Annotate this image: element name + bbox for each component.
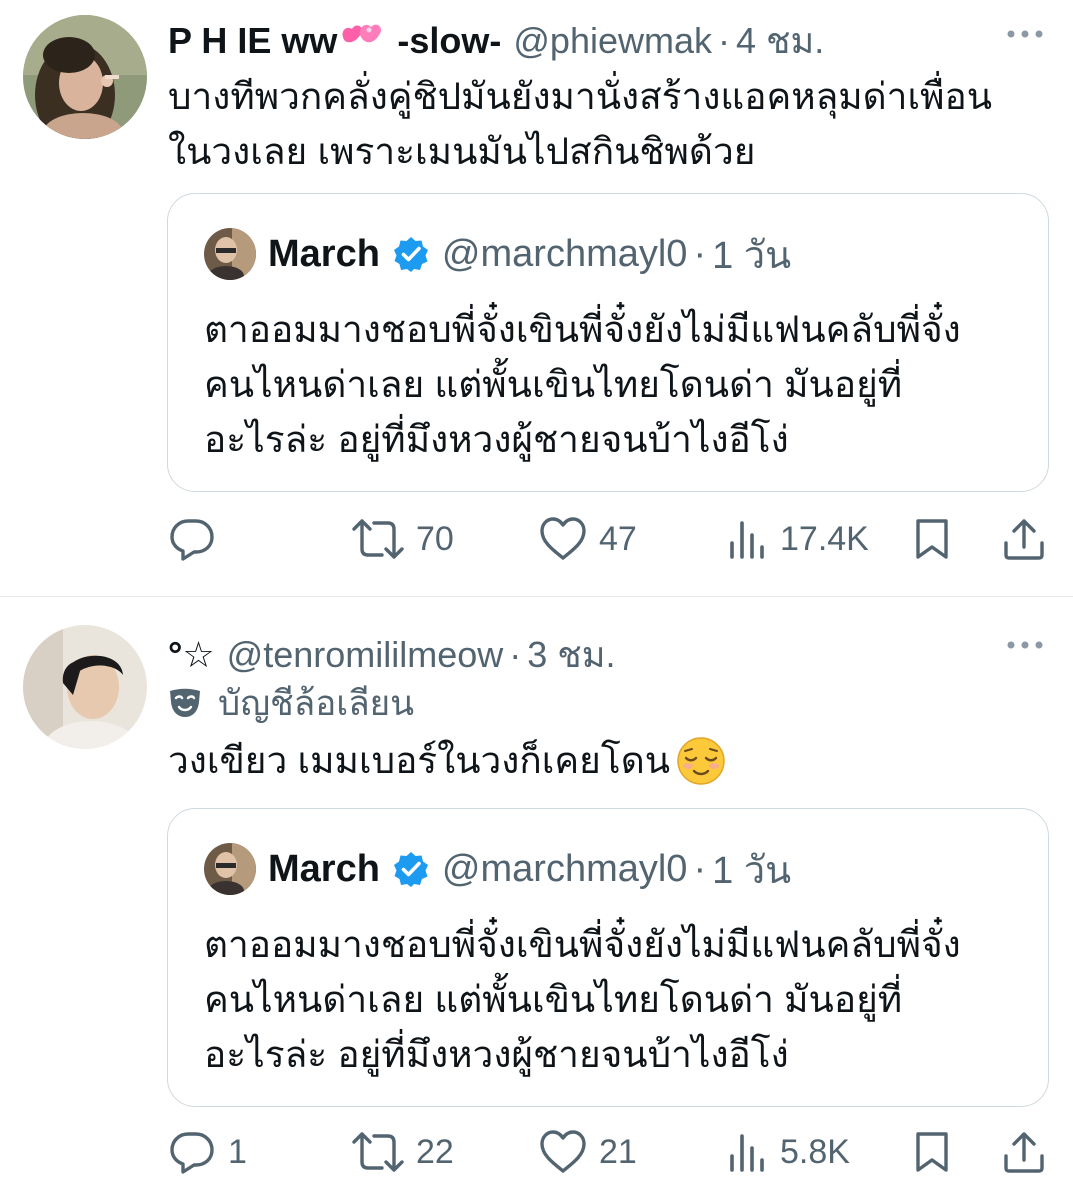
- parody-label: บัญชีล้อเลียน: [168, 681, 414, 725]
- tweet[interactable]: °☆ @tenromililmeow · 3 ชม. บัญชีล้อเลียน…: [0, 597, 1073, 1200]
- repost-count: 70: [416, 519, 454, 558]
- share-button[interactable]: [1002, 1127, 1046, 1177]
- quote-author-handle[interactable]: @marchmayl0: [442, 233, 688, 276]
- reply-button[interactable]: [168, 514, 228, 564]
- quoted-tweet[interactable]: March @marchmayl0 · 1 วัน ตาออมมางชอบพี่…: [167, 193, 1049, 492]
- repost-count: 22: [416, 1132, 454, 1171]
- reply-icon: [170, 1132, 214, 1174]
- views-button[interactable]: 17.4K: [728, 514, 869, 564]
- share-button[interactable]: [1002, 514, 1046, 564]
- quote-avatar[interactable]: [204, 843, 256, 895]
- parody-label-text: บัญชีล้อเลียน: [218, 683, 415, 723]
- reply-button[interactable]: 1: [168, 1127, 247, 1177]
- quote-text-line: คนไหนด่าเลย แต่พั้นเขินไทยโดนด่า มันอยู่…: [204, 364, 903, 405]
- quote-author-name[interactable]: March: [268, 848, 380, 891]
- avatar[interactable]: [23, 15, 147, 139]
- quote-avatar-image: [204, 843, 256, 895]
- repost-button[interactable]: 70: [352, 514, 454, 564]
- quote-avatar[interactable]: [204, 228, 256, 280]
- reply-count: 1: [228, 1132, 247, 1171]
- share-icon: [1004, 519, 1044, 560]
- verified-icon: [393, 852, 428, 887]
- views-icon: [730, 521, 764, 559]
- quote-timestamp[interactable]: 1 วัน: [712, 839, 791, 900]
- action-bar: 70 47 17.4K: [0, 514, 1073, 564]
- tweet[interactable]: P H IE ww -slow- @phiewmak · 4 ชม. บางที…: [0, 0, 1073, 596]
- repost-icon: [352, 519, 404, 559]
- quote-author-handle[interactable]: @marchmayl0: [442, 848, 688, 891]
- views-icon: [730, 1134, 764, 1172]
- quote-text: ตาออมมางชอบพี่จั๋งเขินพี่จั๋งยังไม่มีแฟน…: [204, 917, 1024, 1082]
- views-button[interactable]: 5.8K: [728, 1127, 850, 1177]
- reply-icon: [170, 519, 214, 561]
- avatar[interactable]: [23, 625, 147, 749]
- relieved-emoji: [677, 736, 725, 785]
- author-handle[interactable]: @phiewmak: [513, 20, 712, 62]
- bookmark-icon: [916, 1132, 948, 1172]
- quote-avatar-image: [204, 228, 256, 280]
- parody-mask-icon: [170, 688, 200, 717]
- like-button[interactable]: 47: [539, 514, 637, 564]
- avatar-image: [23, 625, 147, 749]
- timestamp[interactable]: 4 ชม.: [736, 12, 824, 69]
- quote-text-line: คนไหนด่าเลย แต่พั้นเขินไทยโดนด่า มันอยู่…: [204, 979, 903, 1020]
- repost-button[interactable]: 22: [352, 1127, 454, 1177]
- like-count: 21: [599, 1132, 637, 1171]
- repost-icon: [352, 1132, 404, 1172]
- separator-dot: ·: [718, 20, 731, 61]
- more-icon[interactable]: [1005, 24, 1045, 44]
- quote-text: ตาออมมางชอบพี่จั๋งเขินพี่จั๋งยังไม่มีแฟน…: [204, 302, 1024, 467]
- tweet-text: วงเขียว เมมเบอร์ในวงก็เคยโดน: [168, 733, 1058, 788]
- bookmark-button[interactable]: [912, 1127, 952, 1177]
- share-icon: [1004, 1132, 1044, 1173]
- like-icon: [540, 517, 586, 560]
- more-icon[interactable]: [1005, 635, 1045, 655]
- quote-author-name[interactable]: March: [268, 233, 380, 276]
- author-handle[interactable]: @tenromililmeow: [227, 634, 504, 676]
- quote-text-line: ตาออมมางชอบพี่จั๋งเขินพี่จั๋งยังไม่มีแฟน…: [204, 924, 961, 965]
- like-icon: [540, 1130, 586, 1173]
- views-count: 17.4K: [780, 519, 869, 558]
- quote-text-line: อะไรล่ะ อยู่ที่มึงหวงผู้ชายจนบ้าไงอีโง่: [204, 1034, 789, 1075]
- timestamp[interactable]: 3 ชม.: [527, 626, 615, 683]
- bookmark-button[interactable]: [912, 514, 952, 564]
- like-button[interactable]: 21: [539, 1127, 637, 1177]
- bookmark-icon: [916, 519, 948, 559]
- quote-text-line: ตาออมมางชอบพี่จั๋งเขินพี่จั๋งยังไม่มีแฟน…: [204, 309, 961, 350]
- author-name[interactable]: P H IE ww: [168, 20, 337, 62]
- separator-dot: ·: [693, 232, 707, 275]
- quote-text-line: อะไรล่ะ อยู่ที่มึงหวงผู้ชายจนบ้าไงอีโง่: [204, 419, 789, 460]
- heart-emoji: [342, 24, 382, 43]
- avatar-image: [23, 15, 147, 139]
- tweet-text: บางทีพวกคลั่งคู่ชิปมันยังมานั่งสร้างแอคห…: [168, 69, 1058, 179]
- like-count: 47: [599, 519, 637, 558]
- tweet-text-line: ในวงเลย เพราะเมนมันไปสกินชิพด้วย: [168, 131, 756, 172]
- action-bar: 1 22 21 5.8K: [0, 1127, 1073, 1177]
- quoted-tweet[interactable]: March @marchmayl0 · 1 วัน ตาออมมางชอบพี่…: [167, 808, 1049, 1107]
- tweet-text-line: บางทีพวกคลั่งคู่ชิปมันยังมานั่งสร้างแอคห…: [168, 76, 993, 117]
- quote-timestamp[interactable]: 1 วัน: [712, 224, 791, 285]
- tweet-text-content: วงเขียว เมมเบอร์ในวงก็เคยโดน: [168, 740, 671, 781]
- views-count: 5.8K: [780, 1132, 850, 1171]
- separator-dot: ·: [509, 634, 522, 675]
- author-name-extra[interactable]: -slow-: [397, 20, 501, 62]
- separator-dot: ·: [693, 847, 707, 890]
- verified-icon: [393, 237, 428, 272]
- author-name[interactable]: °☆: [168, 634, 215, 676]
